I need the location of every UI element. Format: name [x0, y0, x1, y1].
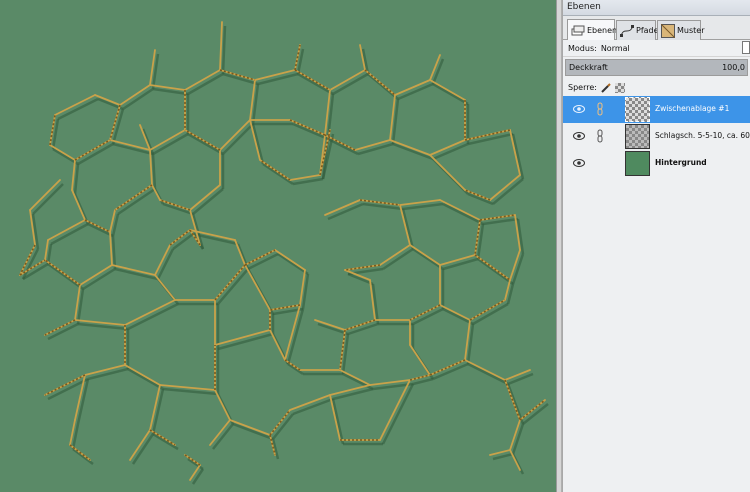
lock-pixels-brush-icon[interactable]: [601, 82, 611, 93]
mode-select[interactable]: Normal: [601, 44, 630, 53]
tab-paths[interactable]: Pfade: [616, 20, 659, 40]
layer-row[interactable]: Schlagsch. 5-5-10, ca. 60%: [563, 123, 750, 150]
mode-label: Modus:: [568, 43, 597, 53]
opacity-value[interactable]: 100,0: [722, 63, 745, 72]
layer-list: Zwischenablage #1 Schlagsch. 5-5-10, ca. …: [563, 96, 750, 177]
layers-dock: Ebenen Ebenen Pfade Muster Modus: Normal…: [562, 0, 750, 492]
tab-patterns[interactable]: Muster: [657, 20, 705, 40]
opacity-slider[interactable]: Deckkraft 100,0: [565, 59, 748, 76]
layer-name[interactable]: Zwischenablage #1: [655, 104, 729, 113]
gimp-window: Ebenen Ebenen Pfade Muster Modus: Normal…: [0, 0, 750, 492]
tab-patterns-label: Muster: [677, 26, 705, 35]
mode-row: Modus: Normal: [563, 40, 750, 57]
dock-title: Ebenen: [563, 0, 750, 16]
layer-row[interactable]: Zwischenablage #1: [563, 96, 750, 123]
chicken-wire-image: [19, 21, 549, 485]
tab-layers[interactable]: Ebenen: [567, 19, 618, 40]
tab-paths-label: Pfade: [636, 26, 659, 35]
layer-thumbnail[interactable]: [625, 151, 650, 176]
lock-row: Sperre:: [563, 79, 750, 96]
opacity-label: Deckkraft: [569, 63, 608, 72]
layers-icon: [571, 23, 585, 37]
link-chain-icon[interactable]: [597, 129, 603, 143]
lock-alpha-icon[interactable]: [614, 82, 625, 93]
visibility-eye-icon[interactable]: [573, 104, 585, 114]
visibility-eye-icon[interactable]: [573, 131, 585, 141]
link-chain-icon[interactable]: [597, 102, 603, 116]
layer-thumbnail[interactable]: [625, 124, 650, 149]
layer-thumbnail[interactable]: [625, 97, 650, 122]
visibility-eye-icon[interactable]: [573, 158, 585, 168]
image-canvas[interactable]: [0, 0, 560, 492]
layer-row[interactable]: Hintergrund: [563, 150, 750, 177]
layer-name[interactable]: Schlagsch. 5-5-10, ca. 60%: [655, 131, 750, 140]
tab-layers-label: Ebenen: [587, 25, 618, 35]
paths-icon: [620, 24, 634, 38]
dock-tabs: Ebenen Pfade Muster: [563, 16, 750, 40]
mode-dropdown-toggle[interactable]: [742, 41, 750, 54]
layer-name[interactable]: Hintergrund: [655, 158, 707, 167]
lock-label: Sperre:: [568, 83, 597, 92]
pattern-icon: [660, 23, 676, 38]
